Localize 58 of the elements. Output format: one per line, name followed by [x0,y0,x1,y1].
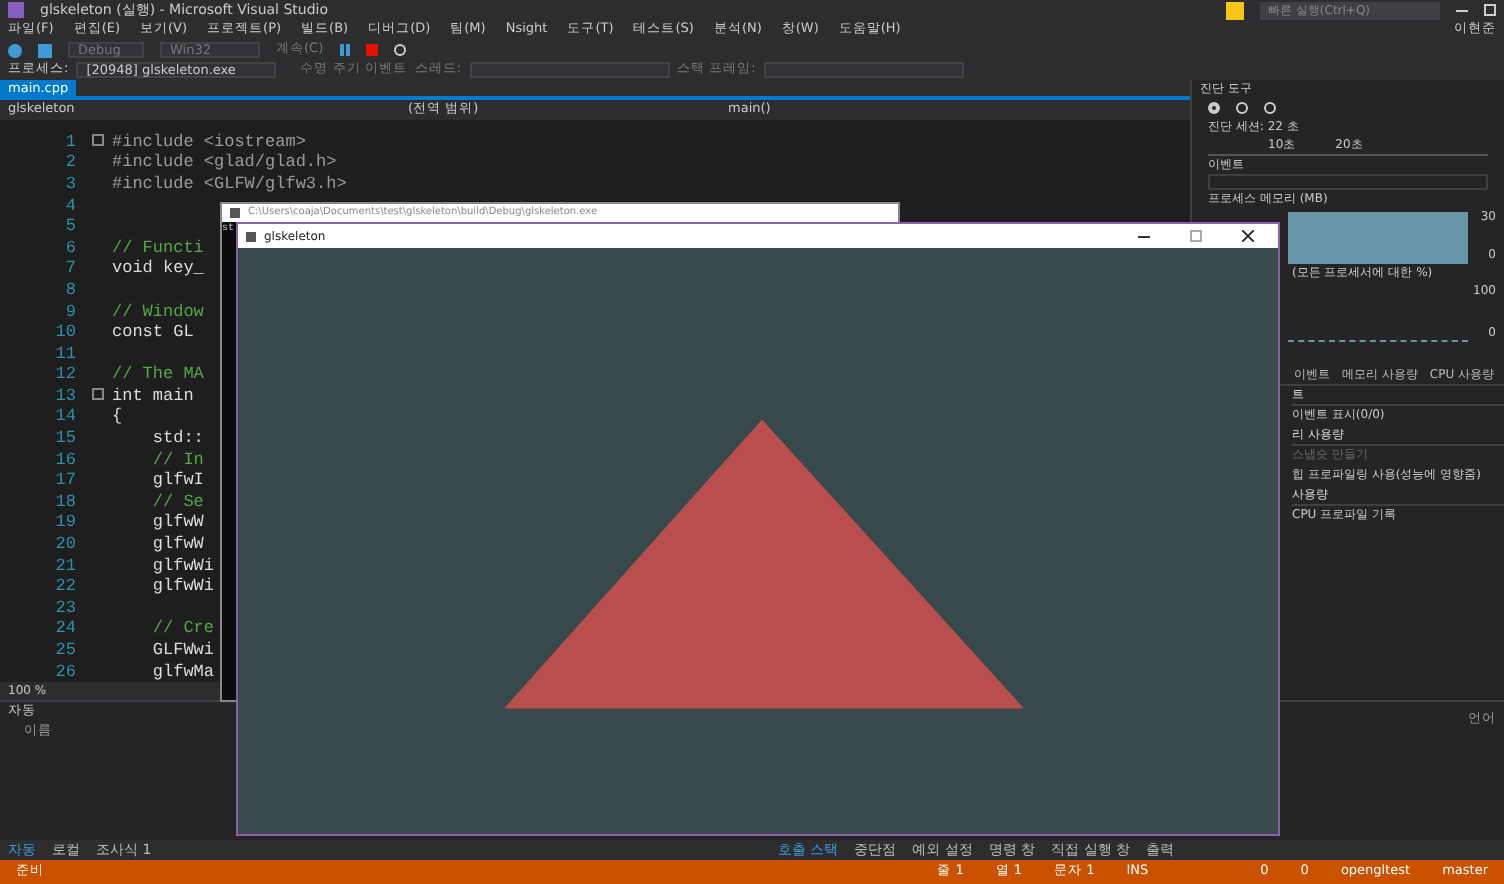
app-logo-icon [8,2,24,18]
close-icon[interactable] [1242,230,1254,242]
fold-icon[interactable] [92,133,104,146]
line-number: 18 [53,491,78,513]
line-number: 26 [53,661,78,683]
line-number: 20 [53,534,78,556]
code-line: #include <GLFW/glfw3.h> [112,173,347,196]
code-line: void key_ [112,258,204,280]
line-number: 9 [63,301,78,323]
code-line: int main [112,385,194,407]
stop-icon[interactable] [365,44,378,56]
line-number: 11 [53,343,78,365]
code-line: #include <glad/glad.h> [112,152,337,174]
minimize-button[interactable] [1138,235,1150,237]
line-number: 21 [53,555,78,577]
line-number: 6 [63,237,78,259]
line-number: 3 [63,173,78,196]
code-line: // Window [112,301,204,323]
line-number: 10 [53,322,78,344]
line-number: 17 [53,470,78,492]
line-number: 13 [53,385,78,407]
line-number: 19 [53,512,78,535]
code-line: // Cre [150,618,215,640]
line-number: 7 [63,258,78,280]
code-line: const GL [112,322,194,344]
app-icon [246,231,256,241]
code-line: std:: [150,428,204,450]
code-line: { [112,406,123,429]
line-number: 22 [53,576,78,598]
code-line: // Functi [112,237,204,259]
code-line: #include <iostream> [112,131,306,153]
code-line: // Se [150,491,204,513]
code-line: glfwWi [150,555,215,577]
minimize-icon[interactable] [1456,9,1468,11]
fold-icon[interactable] [92,387,104,400]
code-line: GLFWwi [150,640,215,662]
line-number: 2 [63,152,78,174]
line-number: 15 [53,428,78,450]
code-line: // In [150,449,204,471]
line-number: 24 [53,618,78,640]
line-number: 12 [53,364,78,386]
maximize-icon[interactable] [1484,4,1496,16]
code-line: glfwI [150,470,204,492]
line-number: 23 [53,597,78,619]
line-number: 1 [63,131,78,153]
code-line: glfwWi [150,576,215,598]
line-number: 8 [63,279,78,301]
pause-icon[interactable] [339,44,350,56]
console-icon [230,208,240,218]
line-number: 4 [63,195,78,217]
code-line: glfwMa [150,661,215,683]
line-number: 25 [53,640,78,662]
code-line: glfwW [150,534,204,556]
code-line: glfwW [150,512,204,535]
line-number: 16 [53,449,78,471]
line-number: 14 [53,406,78,429]
code-line: // The MA [112,364,204,386]
line-number: 5 [63,216,78,238]
